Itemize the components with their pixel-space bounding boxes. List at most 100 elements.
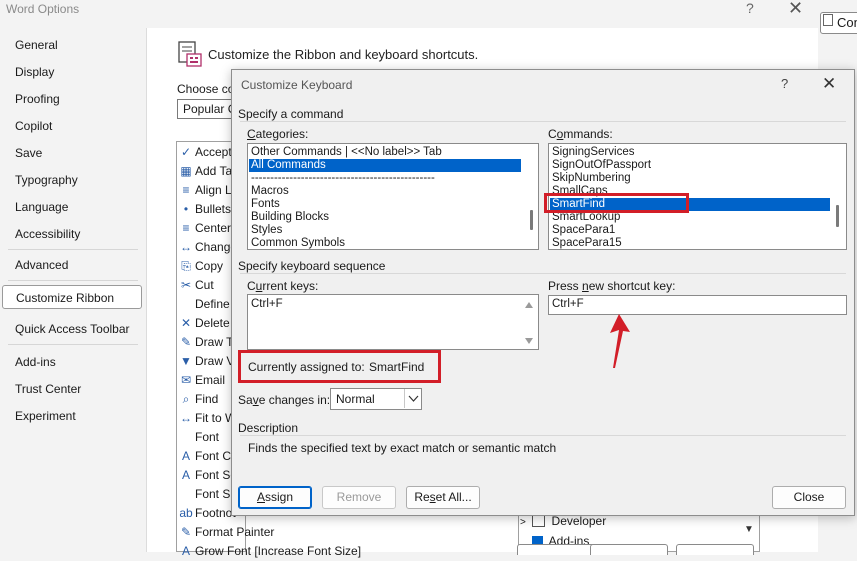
- commands-list-item[interactable]: ✉ Email: [178, 371, 225, 390]
- command-label: Find: [195, 392, 219, 406]
- sidebar-item-typography[interactable]: Typography: [2, 168, 142, 192]
- command-icon: ↔: [180, 240, 192, 254]
- command-label: Grow Font [Increase Font Size]: [195, 544, 362, 558]
- command-icon: A: [181, 449, 190, 463]
- commands-list-item[interactable]: A Font Se: [178, 466, 237, 485]
- command-item[interactable]: SignOutOfPassport: [550, 159, 830, 172]
- background-button[interactable]: [590, 544, 668, 555]
- command-icon: ≡: [182, 221, 190, 235]
- sidebar-item-experiment[interactable]: Experiment: [2, 404, 142, 428]
- commands-list-item[interactable]: Font Si: [178, 485, 233, 504]
- category-item[interactable]: All Commands: [249, 159, 521, 172]
- reset-all-button[interactable]: Reset All...: [406, 486, 480, 509]
- command-label: Add Ta: [195, 164, 233, 178]
- commands-list-item[interactable]: ✓ Accept: [178, 143, 232, 162]
- sidebar-item-trust-center[interactable]: Trust Center: [2, 377, 142, 401]
- assign-button[interactable]: Assign: [238, 486, 312, 509]
- chevron-down-icon[interactable]: [404, 389, 422, 408]
- commands-list-item[interactable]: ⎘ Copy: [178, 257, 223, 276]
- category-item[interactable]: Macros: [249, 185, 521, 198]
- sidebar-item-accessibility[interactable]: Accessibility: [2, 222, 142, 246]
- commands-list-item[interactable]: ✂ Cut: [178, 276, 214, 295]
- commands-list-item[interactable]: • Bullets: [178, 200, 231, 219]
- command-item[interactable]: SpacePara1: [550, 224, 830, 237]
- command-item[interactable]: SigningServices: [550, 146, 830, 159]
- category-item[interactable]: Building Blocks: [249, 211, 521, 224]
- command-label: Delete: [195, 316, 230, 330]
- category-item[interactable]: Other Commands | <<No label>> Tab: [249, 146, 521, 159]
- command-icon: ab: [179, 506, 193, 520]
- new-shortcut-label: Press new shortcut key:: [548, 279, 676, 293]
- close-button[interactable]: Close: [772, 486, 846, 509]
- categories-label: Categories:: [247, 127, 309, 141]
- specify-command-header: Specify a command: [238, 107, 348, 121]
- sidebar-item-customize-ribbon[interactable]: Customize Ribbon: [2, 285, 142, 309]
- help-icon[interactable]: ?: [746, 0, 754, 16]
- sidebar-item-advanced[interactable]: Advanced: [2, 253, 142, 277]
- command-label: Email: [195, 373, 226, 387]
- tree-item-label: Developer: [551, 514, 607, 528]
- word-options-titlebar: [0, 0, 818, 28]
- sidebar-item-save[interactable]: Save: [2, 141, 142, 165]
- scroll-up-icon[interactable]: [525, 302, 533, 308]
- close-icon[interactable]: ✕: [822, 74, 836, 94]
- sidebar-item-copilot[interactable]: Copilot: [2, 114, 142, 138]
- commands-list-item[interactable]: ↔ Fit to W: [178, 409, 236, 428]
- commands-list-item[interactable]: Font: [178, 428, 219, 447]
- commands-list-item[interactable]: ⌕ Find: [178, 390, 219, 409]
- command-icon: ✂: [180, 278, 192, 292]
- sidebar-divider: [8, 344, 138, 345]
- expand-chevron-icon[interactable]: >: [520, 517, 526, 528]
- commands-scrollbar[interactable]: [836, 205, 839, 227]
- scroll-down-icon[interactable]: ▼: [744, 524, 754, 535]
- sidebar-item-quick-access-toolbar[interactable]: Quick Access Toolbar: [2, 317, 142, 341]
- category-item[interactable]: Fonts: [249, 198, 521, 211]
- sidebar-item-language[interactable]: Language: [2, 195, 142, 219]
- description-header: Description: [238, 421, 303, 435]
- command-icon: ✕: [180, 316, 192, 330]
- commands-list-item[interactable]: ≡ Center: [178, 219, 231, 238]
- category-item[interactable]: Styles: [249, 224, 521, 237]
- command-label: Bullets: [195, 202, 232, 216]
- close-icon[interactable]: ✕: [788, 0, 803, 19]
- commands-list-item[interactable]: ✎ Format Painter: [178, 523, 274, 542]
- command-icon: ✎: [180, 335, 192, 349]
- background-button[interactable]: [676, 544, 754, 555]
- command-label: Cut: [195, 278, 214, 292]
- categories-scrollbar[interactable]: [530, 210, 533, 230]
- sidebar-item-display[interactable]: Display: [2, 60, 142, 84]
- commands-list-item[interactable]: ✎ Draw Ta: [178, 333, 239, 352]
- command-icon: ✉: [180, 373, 192, 387]
- sidebar-item-general[interactable]: General: [2, 33, 142, 57]
- command-icon: ≡: [182, 183, 190, 197]
- commands-list-item[interactable]: ≡ Align L: [178, 181, 231, 200]
- commands-list-item[interactable]: ✕ Delete: [178, 314, 230, 333]
- commands-list-item[interactable]: ↔ Change: [178, 238, 237, 257]
- category-item[interactable]: ----------------------------------------…: [249, 172, 521, 185]
- tree-item-developer[interactable]: > Developer: [520, 514, 606, 528]
- category-item[interactable]: Common Symbols: [249, 237, 521, 250]
- commands-list-item[interactable]: Define: [178, 295, 230, 314]
- group-divider: [240, 273, 846, 274]
- sidebar-item-add-ins[interactable]: Add-ins: [2, 350, 142, 374]
- remove-button[interactable]: Remove: [322, 486, 396, 509]
- current-key-item[interactable]: Ctrl+F: [251, 298, 283, 310]
- background-button[interactable]: [517, 544, 595, 555]
- command-item[interactable]: SpacePara15: [550, 237, 830, 250]
- description-text: Finds the specified text by exact match …: [248, 441, 557, 455]
- command-icon: ▦: [180, 164, 192, 178]
- choose-commands-label: Choose co: [177, 82, 235, 96]
- scroll-down-icon[interactable]: [525, 338, 533, 344]
- help-icon[interactable]: ?: [781, 76, 788, 91]
- commands-list-item[interactable]: A Font Co: [178, 447, 238, 466]
- commands-list-item[interactable]: ▦ Add Ta: [178, 162, 232, 181]
- command-label: Define: [195, 297, 230, 311]
- command-label: Footnot: [195, 506, 236, 520]
- current-keys-listbox[interactable]: Ctrl+F: [247, 294, 539, 350]
- new-shortcut-input[interactable]: Ctrl+F: [548, 295, 847, 315]
- command-item[interactable]: SkipNumbering: [550, 172, 830, 185]
- commands-list-item[interactable]: ab Footnot: [178, 504, 236, 523]
- commands-list-item[interactable]: ▼ Draw V: [178, 352, 234, 371]
- sidebar-item-proofing[interactable]: Proofing: [2, 87, 142, 111]
- current-keys-label: Current keys:: [247, 279, 319, 293]
